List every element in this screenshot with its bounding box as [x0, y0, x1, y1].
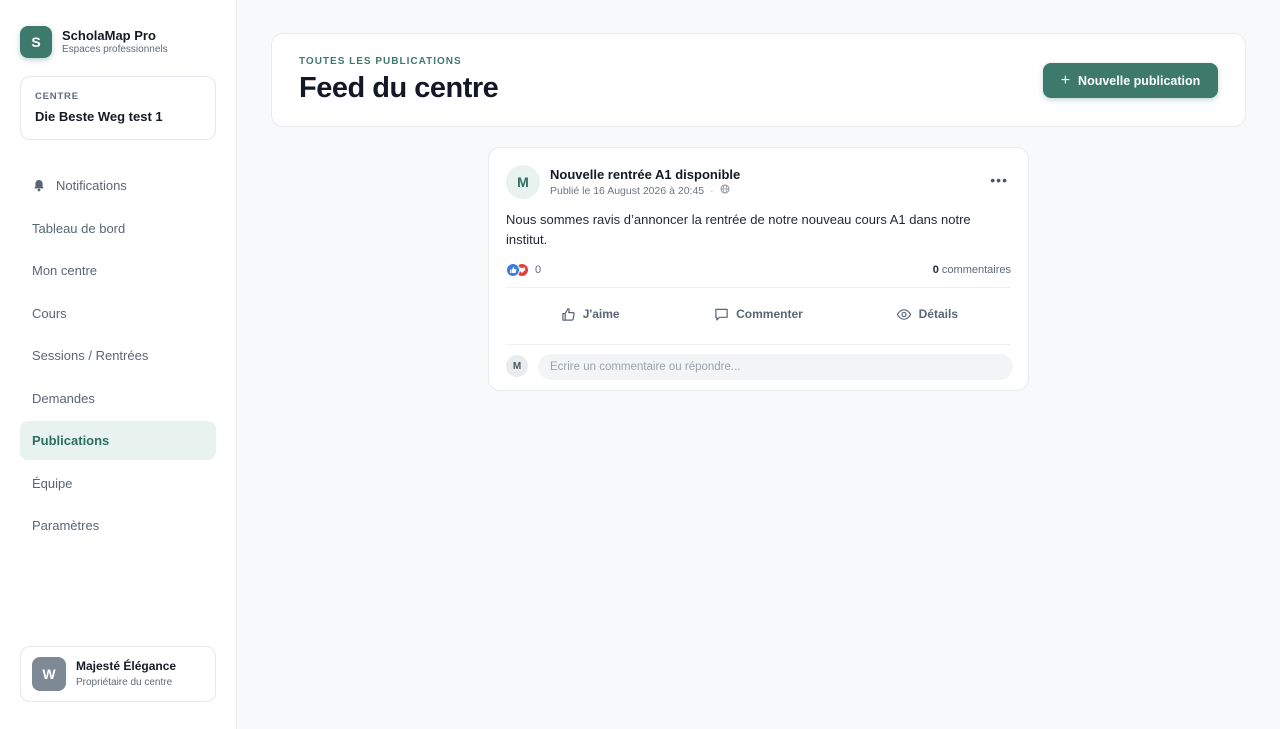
details-label: Détails	[918, 307, 958, 321]
sidebar-item-label: Mon centre	[32, 263, 98, 278]
sidebar-item-notifications[interactable]: Notifications	[20, 166, 216, 205]
comments-count-label: commentaires	[941, 264, 1011, 276]
centre-label: CENTRE	[35, 91, 79, 102]
meta-separator: ·	[710, 184, 714, 197]
user-name: Majesté Élégance	[76, 658, 177, 673]
brand-subtitle: Espaces professionnels	[62, 44, 168, 55]
post-body: Nous sommes ravis d’annoncer la rentrée …	[506, 212, 971, 247]
sidebar-item-demandes[interactable]: Demandes	[20, 379, 216, 418]
post-date: Publié le 16 August 2026 à 20:45	[550, 184, 705, 197]
sidebar-item-label: Paramètres	[32, 518, 100, 533]
post-author-avatar[interactable]: M	[506, 165, 540, 199]
sidebar: S ScholaMap Pro Espaces professionnels C…	[0, 0, 237, 729]
page-title: Feed du centre	[299, 72, 499, 104]
centre-card[interactable]: CENTRE Die Beste Weg test 1	[20, 76, 216, 140]
sidebar-item-label: Tableau de bord	[32, 220, 126, 236]
user-card[interactable]: W Majesté Élégance Propriétaire du centr…	[20, 646, 216, 702]
comments-count-value: 0	[932, 264, 939, 276]
comment-icon	[715, 308, 728, 321]
plus-icon: +	[1060, 71, 1071, 89]
sidebar-item-equipe[interactable]: Équipe	[20, 464, 216, 503]
sidebar-item-label: Équipe	[32, 475, 73, 491]
sidebar-item-label: Publications	[32, 433, 110, 448]
centre-name: Die Beste Weg test 1	[35, 109, 163, 124]
new-publication-button[interactable]: + Nouvelle publication	[1043, 63, 1218, 98]
brand[interactable]: S ScholaMap Pro Espaces professionnels	[20, 26, 168, 58]
comment-input[interactable]	[538, 354, 1013, 380]
eye-icon	[896, 308, 911, 320]
details-button[interactable]: Détails	[843, 298, 1011, 330]
sidebar-item-label: Sessions / Rentrées	[32, 348, 149, 363]
user-role: Propriétaire du centre	[76, 676, 173, 688]
sidebar-item-cours[interactable]: Cours	[20, 294, 216, 333]
brand-text: ScholaMap Pro Espaces professionnels	[62, 28, 168, 56]
bell-icon	[32, 179, 46, 193]
post-card: M Nouvelle rentrée A1 disponible Publié …	[488, 147, 1029, 391]
comment-avatar: M	[506, 355, 528, 377]
like-button[interactable]: J'aime	[506, 298, 674, 330]
sidebar-item-sessions[interactable]: Sessions / Rentrées	[20, 336, 216, 375]
sidebar-item-publications[interactable]: Publications	[20, 421, 216, 460]
globe-icon	[720, 184, 730, 197]
brand-name: ScholaMap Pro	[62, 28, 156, 43]
reaction-count: 0	[535, 264, 542, 276]
like-label: J'aime	[582, 307, 620, 321]
divider	[506, 344, 1011, 345]
sidebar-nav: Notifications Tableau de bord Mon centre…	[20, 166, 216, 549]
brand-logo: S	[20, 26, 52, 58]
post-title: Nouvelle rentrée A1 disponible	[550, 167, 741, 182]
more-options-icon[interactable]: •••	[990, 172, 1008, 188]
sidebar-item-tableau-de-bord[interactable]: Tableau de bord	[20, 209, 216, 248]
sidebar-item-label: Demandes	[32, 390, 95, 406]
comment-button[interactable]: Commenter	[674, 298, 842, 330]
new-publication-label: Nouvelle publication	[1078, 73, 1201, 88]
sidebar-item-label: Notifications	[56, 178, 127, 193]
user-text: Majesté Élégance Propriétaire du centre	[76, 659, 176, 690]
post-meta: Publié le 16 August 2026 à 20:45 ·	[550, 184, 730, 197]
feed-header: TOUTES LES PUBLICATIONS Feed du centre +…	[271, 33, 1246, 127]
comments-count[interactable]: 0 commentaires	[933, 264, 1011, 276]
comment-label: Commenter	[736, 307, 803, 321]
like-reaction-icon	[506, 263, 520, 277]
avatar: W	[32, 657, 66, 691]
header-eyebrow: TOUTES LES PUBLICATIONS	[299, 56, 462, 67]
sidebar-item-label: Cours	[32, 305, 67, 321]
reactions-summary[interactable]: 0	[506, 263, 541, 277]
divider	[506, 287, 1011, 288]
post-actions: J'aime Commenter Détails	[506, 298, 1011, 330]
thumbs-up-icon	[561, 307, 575, 321]
sidebar-item-mon-centre[interactable]: Mon centre	[20, 251, 216, 290]
sidebar-item-parametres[interactable]: Paramètres	[20, 506, 216, 545]
reaction-icons	[506, 263, 530, 277]
